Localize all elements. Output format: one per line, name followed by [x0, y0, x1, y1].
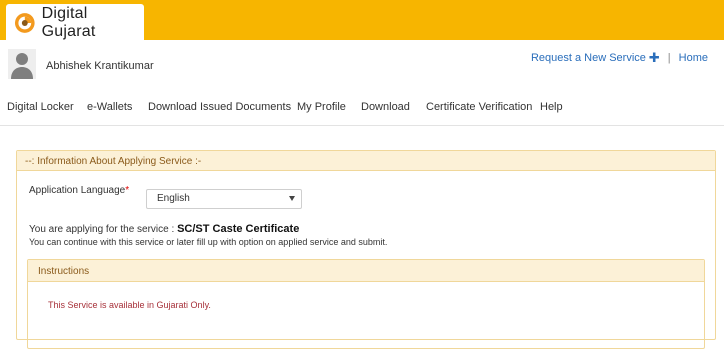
- application-language-select[interactable]: English: [146, 189, 302, 209]
- service-info-panel: --: Information About Applying Service :…: [16, 150, 716, 349]
- home-link[interactable]: Home: [679, 52, 708, 64]
- instructions-title: Instructions: [28, 260, 704, 282]
- link-separator: |: [667, 52, 671, 64]
- nav-download-issued-documents[interactable]: Download Issued Documents: [148, 101, 291, 113]
- application-language-label: Application Language*: [29, 185, 129, 196]
- caret-down-icon: [289, 196, 295, 201]
- plus-icon[interactable]: ✚: [649, 50, 660, 66]
- digital-gujarat-logo-icon: [14, 12, 35, 33]
- nav-download[interactable]: Download: [361, 101, 410, 113]
- request-service-link[interactable]: Request a New Service: [531, 52, 646, 64]
- service-line: You are applying for the service : SC/ST…: [29, 223, 299, 235]
- panel-title: --: Information About Applying Service :…: [17, 151, 715, 171]
- nav-digital-locker[interactable]: Digital Locker: [7, 101, 74, 113]
- user-row: Abhishek Krantikumar Request a New Servi…: [0, 40, 724, 84]
- brand-title: Digital Gujarat: [41, 4, 96, 40]
- service-prefix: You are applying for the service :: [29, 224, 175, 235]
- instructions-panel: Instructions This Service is available i…: [27, 259, 705, 349]
- nav-my-profile[interactable]: My Profile: [297, 101, 346, 113]
- top-links: Request a New Service ✚ | Home: [531, 50, 708, 66]
- instructions-message: This Service is available in Gujarati On…: [48, 300, 211, 310]
- user-name: Abhishek Krantikumar: [46, 60, 154, 72]
- language-selected-value: English: [157, 193, 190, 204]
- service-name: SC/ST Caste Certificate: [177, 223, 300, 235]
- brand-logo[interactable]: Digital Gujarat: [6, 4, 144, 41]
- nav-e-wallets[interactable]: e-Wallets: [87, 101, 132, 113]
- main-nav: Digital Locker e-Wallets Download Issued…: [0, 84, 724, 126]
- service-note: You can continue with this service or la…: [29, 237, 388, 247]
- required-mark: *: [125, 185, 130, 196]
- nav-certificate-verification[interactable]: Certificate Verification: [426, 101, 532, 113]
- language-label-text: Application Language: [29, 185, 126, 196]
- nav-help[interactable]: Help: [540, 101, 563, 113]
- user-avatar-icon: [8, 49, 36, 79]
